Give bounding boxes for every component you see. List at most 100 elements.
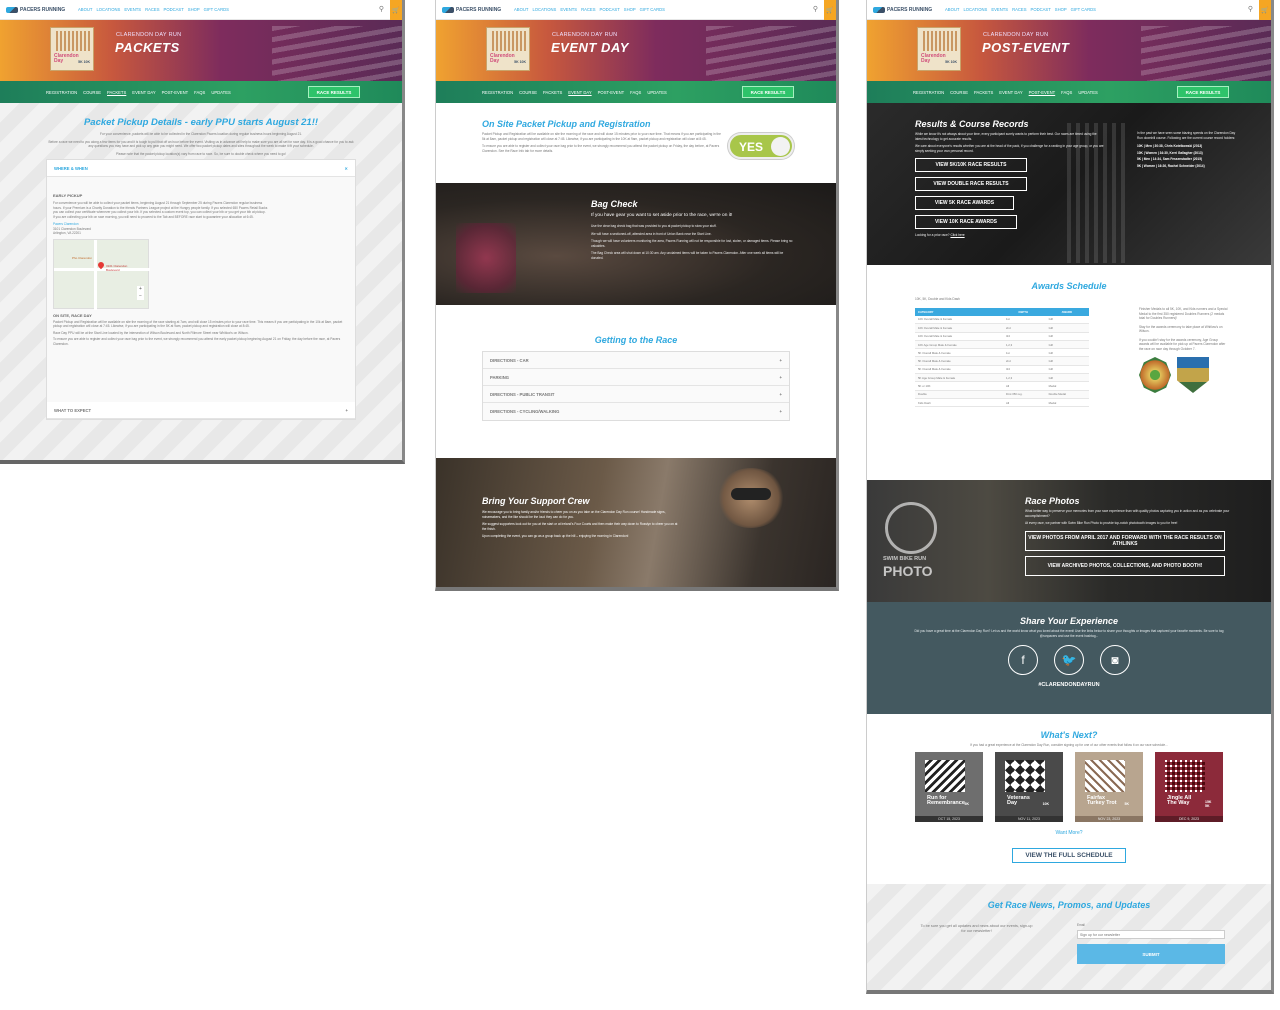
results-section: Results & Course Records While we know i… bbox=[867, 103, 1271, 265]
nav-races[interactable]: RACES bbox=[145, 7, 159, 12]
race-results-button[interactable]: RACE RESULTS bbox=[1177, 86, 1229, 98]
address-city: Arlington, VA 22201 bbox=[53, 231, 81, 235]
onsite-text: Packet Pickup and Registration will be a… bbox=[482, 132, 721, 141]
nav-podcast[interactable]: PODCAST bbox=[1031, 7, 1051, 12]
subnav-event-day[interactable]: EVENT DAY bbox=[132, 90, 155, 95]
bag-check-section: Bag Check If you have gear you want to s… bbox=[436, 183, 836, 305]
hero-stripes bbox=[272, 26, 402, 81]
subnav-registration[interactable]: REGISTRATION bbox=[913, 90, 944, 95]
directions-parking[interactable]: PARKING + bbox=[483, 369, 789, 386]
site-logo[interactable]: PACERS RUNNING bbox=[873, 6, 945, 13]
twitter-icon[interactable]: 🐦 bbox=[1054, 645, 1084, 675]
search-icon[interactable]: ⚲ bbox=[813, 5, 818, 13]
subnav-packets[interactable]: PACKETS bbox=[107, 90, 126, 95]
awards-10k-button[interactable]: VIEW 10K RACE AWARDS bbox=[915, 215, 1017, 229]
hero-title: PACKETS bbox=[115, 40, 180, 55]
race-results-button[interactable]: RACE RESULTS bbox=[308, 86, 360, 98]
nav-about[interactable]: ABOUT bbox=[945, 7, 959, 12]
subnav-registration[interactable]: REGISTRATION bbox=[46, 90, 77, 95]
where-when-header[interactable]: WHERE & WHEN ✕ bbox=[47, 160, 355, 177]
facebook-icon[interactable]: f bbox=[1008, 645, 1038, 675]
nav-locations[interactable]: LOCATIONS bbox=[963, 7, 987, 12]
awards-cell: Gift bbox=[1048, 367, 1053, 372]
nav-events[interactable]: EVENTS bbox=[560, 7, 577, 12]
click-here-link[interactable]: Click here bbox=[950, 233, 964, 237]
search-icon[interactable]: ⚲ bbox=[1248, 5, 1253, 13]
cart-icon[interactable]: 🛒 bbox=[390, 0, 402, 20]
cart-icon[interactable]: 🛒 bbox=[1259, 0, 1271, 20]
subnav-updates[interactable]: UPDATES bbox=[1078, 90, 1097, 95]
directions-car[interactable]: DIRECTIONS - CAR + bbox=[483, 352, 789, 369]
subnav-packets[interactable]: PACKETS bbox=[974, 90, 993, 95]
directions-transit[interactable]: DIRECTIONS - PUBLIC TRANSIT + bbox=[483, 386, 789, 403]
subnav-course[interactable]: COURSE bbox=[950, 90, 968, 95]
subnav-post-event[interactable]: POST-EVENT bbox=[162, 90, 189, 95]
view-athlinks-photos-button[interactable]: VIEW PHOTOS FROM APRIL 2017 AND FORWARD … bbox=[1025, 530, 1225, 551]
nav-locations[interactable]: LOCATIONS bbox=[532, 7, 556, 12]
nav-races[interactable]: RACES bbox=[1012, 7, 1026, 12]
subnav-post-event[interactable]: POST-EVENT bbox=[1029, 90, 1056, 95]
nav-gift-cards[interactable]: GIFT CARDS bbox=[1071, 7, 1096, 12]
search-icon[interactable]: ⚲ bbox=[379, 5, 384, 13]
subnav-course[interactable]: COURSE bbox=[519, 90, 537, 95]
packets-intro: For your convenience, packets will be ab… bbox=[100, 132, 302, 136]
next-event-card[interactable]: Jingle All The Way 15K 5K DEC 9, 2023 bbox=[1155, 751, 1223, 822]
results-5k10k-button[interactable]: VIEW 5K/10K RACE RESULTS bbox=[915, 158, 1027, 172]
subnav-updates[interactable]: UPDATES bbox=[647, 90, 666, 95]
email-input[interactable] bbox=[1077, 930, 1225, 939]
site-logo[interactable]: PACERS RUNNING bbox=[6, 6, 78, 13]
want-more-link[interactable]: Want More? bbox=[915, 830, 1223, 836]
post-event-page: PACERS RUNNING ABOUT LOCATIONS EVENTS RA… bbox=[866, 0, 1274, 994]
subnav-faqs[interactable]: FAQS bbox=[630, 90, 641, 95]
subnav-registration[interactable]: REGISTRATION bbox=[482, 90, 513, 95]
nav-podcast[interactable]: PODCAST bbox=[164, 7, 184, 12]
subnav-updates[interactable]: UPDATES bbox=[211, 90, 230, 95]
awards-5k-button[interactable]: VIEW 5K RACE AWARDS bbox=[915, 196, 1014, 210]
nav-about[interactable]: ABOUT bbox=[78, 7, 92, 12]
nav-gift-cards[interactable]: GIFT CARDS bbox=[204, 7, 229, 12]
submit-button[interactable]: SUBMIT bbox=[1077, 944, 1225, 964]
what-to-expect-header[interactable]: WHAT TO EXPECT + bbox=[47, 402, 355, 419]
nav-gift-cards[interactable]: GIFT CARDS bbox=[640, 7, 665, 12]
instagram-icon[interactable]: ◙ bbox=[1100, 645, 1130, 675]
awards-cell: Gift bbox=[1048, 350, 1053, 355]
share-text: Did you have a great time at the Clarend… bbox=[914, 629, 1224, 638]
next-event-card[interactable]: Fairfax Turkey Trot 5K NOV 23, 2023 bbox=[1075, 751, 1143, 822]
nav-races[interactable]: RACES bbox=[581, 7, 595, 12]
hero-banner: Clarendon Day 5K 10K CLARENDON DAY RUN P… bbox=[0, 20, 402, 81]
subnav-faqs[interactable]: FAQS bbox=[1061, 90, 1072, 95]
nav-podcast[interactable]: PODCAST bbox=[600, 7, 620, 12]
view-full-schedule-button[interactable]: VIEW THE FULL SCHEDULE bbox=[1012, 847, 1126, 863]
early-pickup-text: For convenience you will be able to coll… bbox=[53, 201, 268, 219]
race-results-button[interactable]: RACE RESULTS bbox=[742, 86, 794, 98]
subnav-packets[interactable]: PACKETS bbox=[543, 90, 562, 95]
yes-toggle[interactable]: YES bbox=[728, 133, 794, 159]
directions-cycling[interactable]: DIRECTIONS - CYCLING/WALKING + bbox=[483, 403, 789, 420]
results-double-button[interactable]: VIEW DOUBLE RACE RESULTS bbox=[915, 177, 1027, 191]
nav-locations[interactable]: LOCATIONS bbox=[96, 7, 120, 12]
nav-about[interactable]: ABOUT bbox=[514, 7, 528, 12]
next-event-card[interactable]: Run for Remembrance 5K OCT 15, 2023 bbox=[915, 751, 983, 822]
cart-icon[interactable]: 🛒 bbox=[824, 0, 836, 20]
next-event-card[interactable]: Veterans Day 10K NOV 11, 2023 bbox=[995, 751, 1063, 822]
close-icon[interactable]: ✕ bbox=[344, 166, 348, 171]
course-records: In the past we have seen some blazing sp… bbox=[1137, 131, 1237, 168]
subnav-faqs[interactable]: FAQS bbox=[194, 90, 205, 95]
next-events-list: Run for Remembrance 5K OCT 15, 2023 Vete… bbox=[915, 751, 1223, 822]
awards-cell: Gift bbox=[1048, 359, 1053, 364]
subnav-post-event[interactable]: POST-EVENT bbox=[598, 90, 625, 95]
nav-events[interactable]: EVENTS bbox=[991, 7, 1008, 12]
view-archived-photos-button[interactable]: VIEW ARCHIVED PHOTOS, COLLECTIONS, AND P… bbox=[1025, 555, 1225, 576]
nav-shop[interactable]: SHOP bbox=[1055, 7, 1067, 12]
location-map[interactable]: Pho Clarendon 3101 Clarendon Boulevard +… bbox=[53, 238, 150, 310]
map-zoom-control[interactable]: + − bbox=[137, 285, 144, 300]
nav-shop[interactable]: SHOP bbox=[188, 7, 200, 12]
brand-name: PACERS RUNNING bbox=[20, 6, 66, 13]
nav-shop[interactable]: SHOP bbox=[624, 7, 636, 12]
subnav-course[interactable]: COURSE bbox=[83, 90, 101, 95]
subnav-event-day[interactable]: EVENT DAY bbox=[568, 90, 591, 95]
site-logo[interactable]: PACERS RUNNING bbox=[442, 6, 514, 13]
prior-race-label: Looking for a prior race? bbox=[915, 233, 950, 237]
subnav-event-day[interactable]: EVENT DAY bbox=[999, 90, 1022, 95]
nav-events[interactable]: EVENTS bbox=[124, 7, 141, 12]
